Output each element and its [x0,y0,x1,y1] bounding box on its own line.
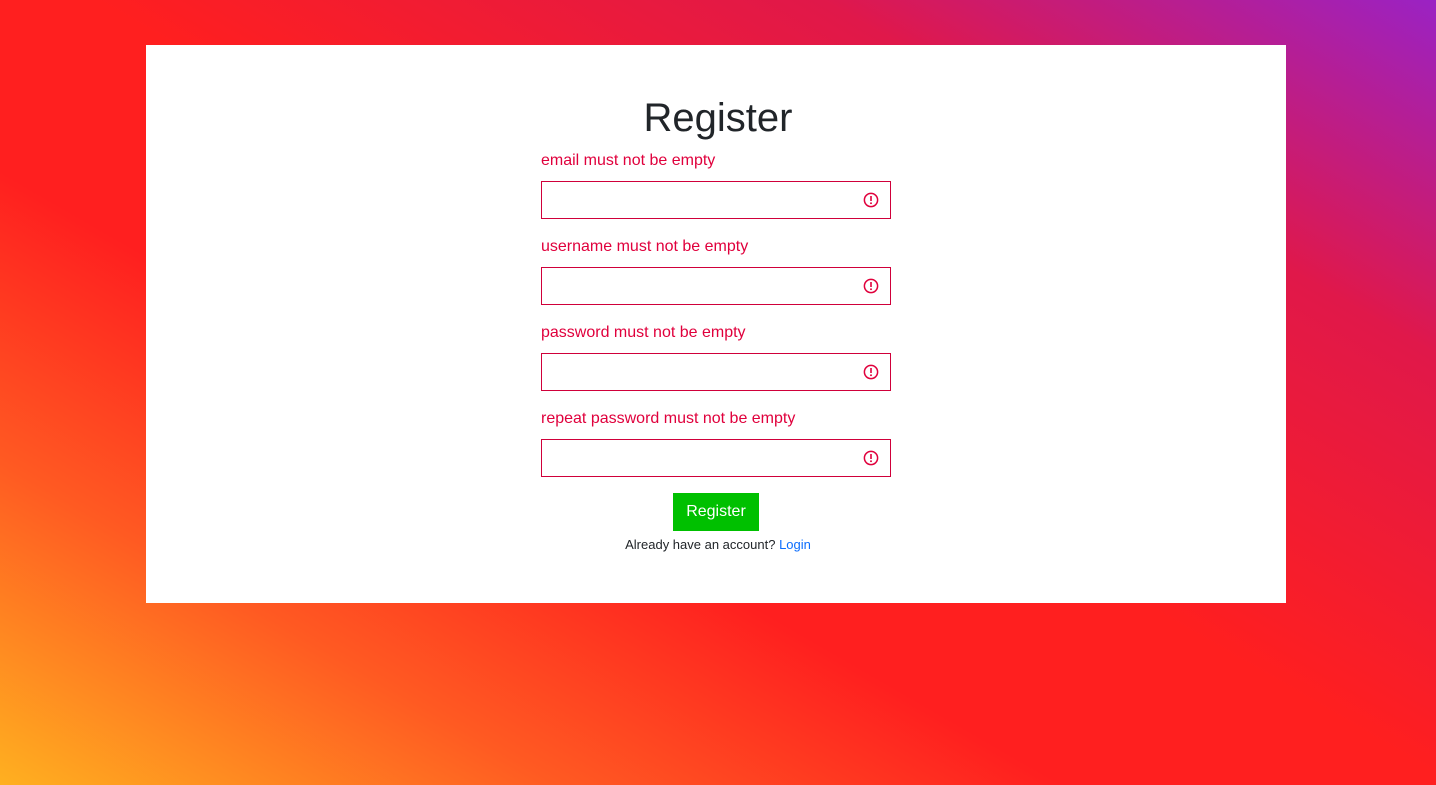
alert-circle-icon [863,450,879,466]
login-prompt-text: Already have an account? [625,537,776,552]
alert-circle-icon [863,278,879,294]
email-error: email must not be empty [541,152,716,169]
alert-circle-icon [863,364,879,380]
repeat-password-field-wrapper [541,439,891,477]
alert-circle-icon [863,192,879,208]
login-prompt: Already have an account? Login [0,536,1436,554]
login-link[interactable]: Login [779,537,811,552]
register-button[interactable]: Register [673,493,759,531]
username-field-wrapper [541,267,891,305]
password-field-wrapper [541,353,891,391]
email-field-wrapper [541,181,891,219]
password-error: password must not be empty [541,324,746,341]
username-field[interactable] [542,268,854,304]
repeat-password-error: repeat password must not be empty [541,410,796,427]
page-title: Register [643,96,793,140]
password-field[interactable] [542,354,854,390]
username-error: username must not be empty [541,238,749,255]
repeat-password-field[interactable] [542,440,854,476]
email-field[interactable] [542,182,854,218]
